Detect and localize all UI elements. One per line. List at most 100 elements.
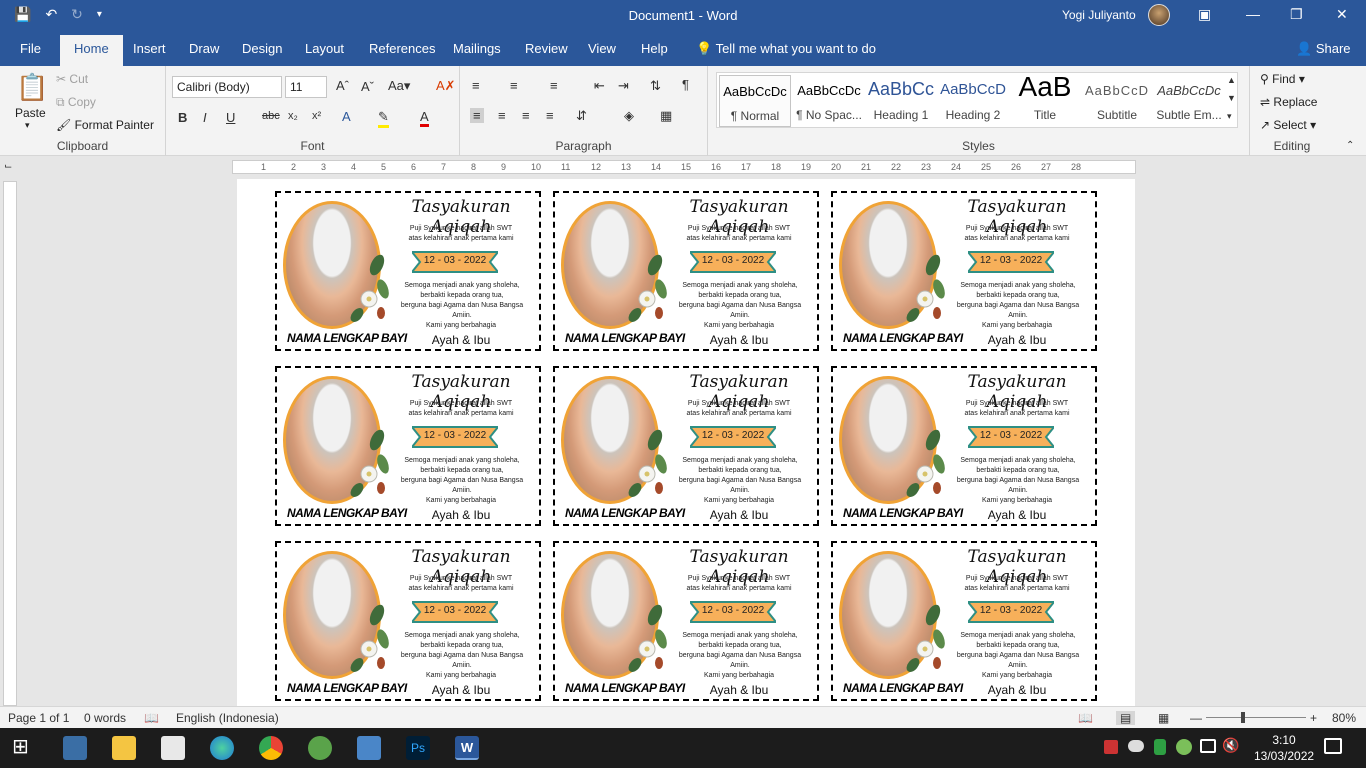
style-heading-2[interactable]: AaBbCcD Heading 2 [937,75,1009,127]
corel-icon[interactable] [308,736,332,760]
document-page[interactable]: Tasyakuran Aqiqah Puji Syukur ke hadirat… [237,179,1135,706]
change-case-icon[interactable]: Aa▾ [388,78,410,94]
underline-icon[interactable]: U [226,110,235,125]
store-icon[interactable] [161,736,185,760]
superscript-icon[interactable]: x² [312,110,321,122]
italic-icon[interactable]: I [203,110,207,125]
tab-home[interactable]: Home [60,35,123,66]
paste-icon[interactable]: 📋 [16,72,48,103]
increase-indent-icon[interactable]: ⇥ [618,78,629,94]
align-left-icon[interactable]: ≡ [470,108,484,123]
bold-icon[interactable]: B [178,110,187,125]
clock[interactable]: 3:10 13/03/2022 [1254,732,1314,764]
tab-view[interactable]: View [588,41,616,56]
find-button[interactable]: ⚲ Find ▾ [1260,72,1305,86]
tab-design[interactable]: Design [242,41,282,56]
clear-formatting-icon[interactable]: A✗ [436,78,456,94]
tab-file[interactable]: File [20,41,41,56]
maximize-icon[interactable]: ❐ [1290,6,1303,23]
horizontal-ruler[interactable]: 1 2 3 4 5 6 7 8 9 10 11 12 13 14 15 16 17 18 19 20 21 22 23 24 2… [232,160,1136,174]
tab-layout[interactable]: Layout [305,41,344,56]
ribbon-display-icon[interactable]: ▣ [1198,6,1211,23]
style-normal[interactable]: AaBbCcDc ¶ Normal [719,75,791,127]
line-spacing-icon[interactable]: ⇵ [576,108,587,124]
style-no-spacing[interactable]: AaBbCcDc ¶ No Spac... [793,75,865,127]
strikethrough-icon[interactable]: abc [262,110,280,122]
gallery-down-icon[interactable]: ▼ [1227,93,1236,103]
taskbar-app-icon[interactable] [63,736,87,760]
print-layout-icon[interactable]: ▤ [1116,711,1136,725]
chrome-icon[interactable] [259,736,283,760]
bullets-icon[interactable]: ≡ [472,78,480,93]
format-painter-button[interactable]: 🖌 Format Painter [56,118,154,132]
tab-review[interactable]: Review [525,41,568,56]
tell-me-box[interactable]: 💡 Tell me what you want to do [696,41,876,57]
zoom-in-icon[interactable]: + [1310,711,1317,725]
word-count[interactable]: 0 words [84,711,126,725]
shading-icon[interactable]: ◈ [624,108,634,124]
style-subtle-emphasis[interactable]: AaBbCcDc Subtle Em... [1153,75,1225,127]
zoom-thumb[interactable] [1241,712,1245,723]
font-size-combo[interactable]: 11 [285,76,327,98]
style-title[interactable]: AaB Title [1009,71,1081,127]
gallery-more-icon[interactable]: ▾ [1227,111,1232,122]
security-alert-icon[interactable] [1104,740,1118,754]
vertical-ruler[interactable] [3,181,17,706]
font-name-combo[interactable]: Calibri (Body) [172,76,282,98]
zoom-out-icon[interactable]: — [1190,711,1202,725]
file-explorer-icon[interactable] [112,736,136,760]
collapse-ribbon-icon[interactable]: ⌃ [1346,140,1354,151]
pilcrow-icon[interactable]: ¶ [682,77,689,92]
gallery-up-icon[interactable]: ▲ [1227,75,1236,85]
language[interactable]: English (Indonesia) [176,711,279,725]
web-layout-icon[interactable]: ▦ [1158,711,1169,725]
tab-references[interactable]: References [369,41,435,56]
read-mode-icon[interactable]: 📖 [1078,711,1093,725]
replace-button[interactable]: ⇌ Replace [1260,95,1317,109]
copy-button[interactable]: ⧉ Copy [56,95,96,110]
zoom-slider[interactable] [1206,717,1306,718]
network-icon[interactable] [1200,739,1216,753]
onedrive-icon[interactable] [1128,740,1144,752]
borders-icon[interactable]: ▦ [660,108,672,124]
edge-icon[interactable] [210,736,234,760]
shrink-font-icon[interactable]: Aˇ [361,79,374,94]
numbering-icon[interactable]: ≡ [510,78,518,93]
photoshop-icon[interactable]: Ps [406,736,430,760]
justify-icon[interactable]: ≡ [546,108,554,123]
subscript-icon[interactable]: x₂ [288,110,298,122]
defender-icon[interactable] [1154,739,1166,755]
font-color-icon[interactable]: A [420,109,429,127]
tray-app-icon[interactable] [1176,739,1192,755]
photos-icon[interactable] [357,736,381,760]
decrease-indent-icon[interactable]: ⇤ [594,78,605,94]
style-heading-1[interactable]: AaBbCc Heading 1 [865,75,937,127]
grow-font-icon[interactable]: Aˆ [336,78,349,93]
tab-help[interactable]: Help [641,41,668,56]
multilevel-list-icon[interactable]: ≡ [550,78,558,93]
text-effects-icon[interactable]: A [342,109,351,124]
select-button[interactable]: ↗ Select ▾ [1260,118,1316,132]
zoom-level[interactable]: 80% [1332,711,1356,725]
proofing-icon[interactable]: 📖 [144,711,159,725]
tab-mailings[interactable]: Mailings [453,41,501,56]
highlight-icon[interactable]: ✎ [378,109,389,128]
windows-start-icon[interactable]: ⊞ [12,734,36,758]
tab-selector-icon[interactable]: ⌙ [4,161,12,172]
paste-dropdown-icon[interactable]: ▾ [25,120,30,131]
paste-button[interactable]: Paste [15,106,46,120]
sort-icon[interactable]: ⇅ [650,78,661,94]
style-subtitle[interactable]: AaBbCcD Subtitle [1081,75,1153,127]
volume-icon[interactable]: 🔇 [1222,737,1240,755]
user-name[interactable]: Yogi Juliyanto [1062,8,1136,22]
page-count[interactable]: Page 1 of 1 [8,711,69,725]
tab-insert[interactable]: Insert [133,41,166,56]
align-center-icon[interactable]: ≡ [498,108,506,123]
close-icon[interactable]: ✕ [1336,6,1348,23]
tab-draw[interactable]: Draw [189,41,219,56]
align-right-icon[interactable]: ≡ [522,108,530,123]
minimize-icon[interactable]: — [1246,6,1260,22]
avatar[interactable] [1148,4,1170,26]
cut-button[interactable]: ✂ Cut [56,72,88,86]
word-icon[interactable]: W [455,736,479,760]
